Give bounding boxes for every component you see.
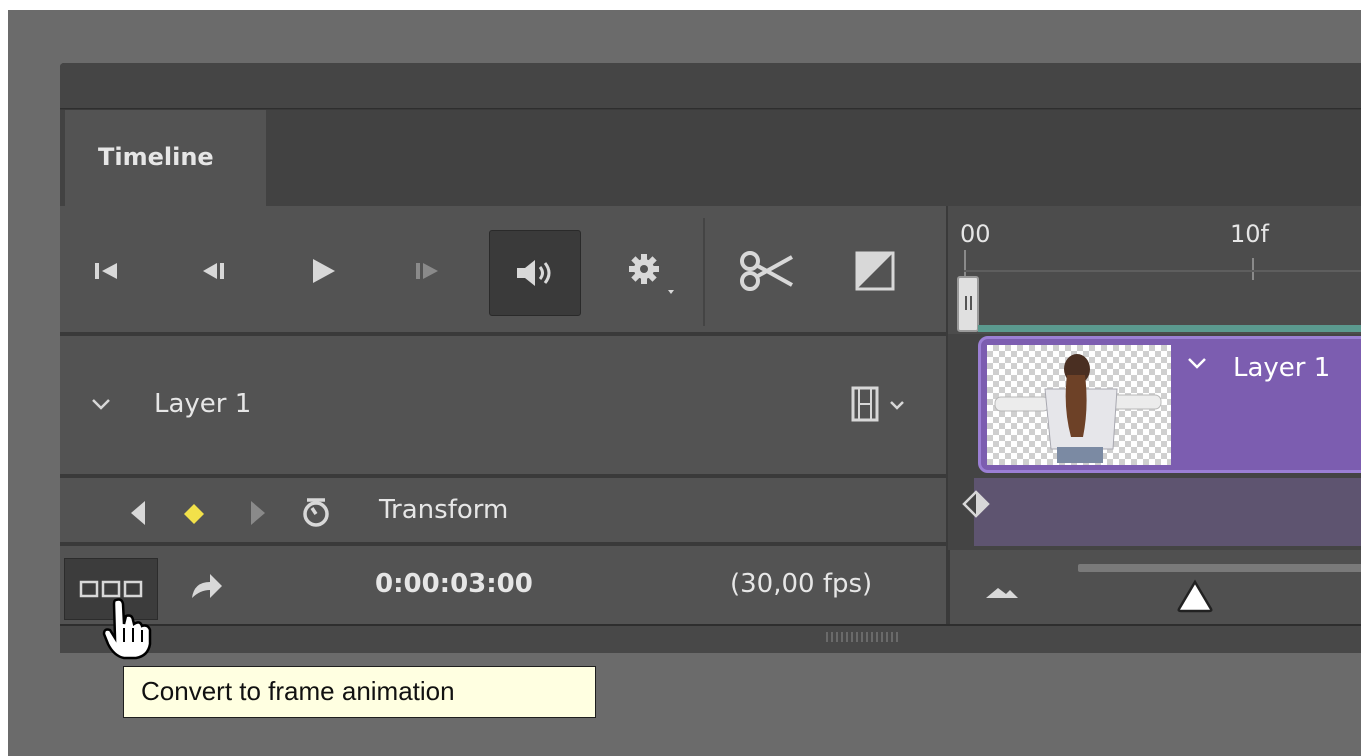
transition-icon <box>855 251 895 291</box>
person-thumbnail-image <box>994 354 1162 463</box>
ruler-tick <box>964 250 966 278</box>
ruler-tick-label: 00 <box>960 220 991 248</box>
layer-name: Layer 1 <box>154 389 252 419</box>
next-keyframe-button[interactable] <box>246 498 270 528</box>
clip-expand-toggle[interactable] <box>1185 353 1209 373</box>
zoom-control-bar <box>948 550 1361 624</box>
chevron-down-icon <box>92 399 110 410</box>
next-frame-button[interactable] <box>407 251 447 291</box>
playback-controls <box>60 206 946 334</box>
clip-label: Layer 1 <box>1233 353 1331 383</box>
triangle-right-icon <box>251 501 265 525</box>
keyframe-diamond-icon <box>184 504 204 524</box>
playhead-handle[interactable] <box>957 276 979 332</box>
keyframe-diamond-icon <box>962 490 990 518</box>
layer-track-header[interactable]: Layer 1 <box>60 336 946 476</box>
split-at-playhead-button[interactable] <box>732 246 802 296</box>
go-to-first-frame-icon <box>95 263 117 279</box>
screen-edge-left <box>0 0 8 756</box>
timeline-panel: Timeline Layer 1 Transform 0:00:03:00 (3… <box>60 63 1361 653</box>
timeline-scroll-strip[interactable] <box>60 624 1361 653</box>
ruler-tick <box>1252 258 1254 280</box>
mouse-cursor <box>98 596 162 660</box>
zoom-slider-track[interactable] <box>1078 564 1361 572</box>
slider-thumb-icon <box>1177 579 1213 613</box>
render-video-button[interactable] <box>184 566 228 606</box>
tab-timeline[interactable]: Timeline <box>65 110 266 206</box>
mountain-small-icon <box>986 588 1018 598</box>
add-keyframe-button[interactable] <box>180 500 208 528</box>
transform-keyframe-track[interactable] <box>974 478 1361 546</box>
scroll-grip[interactable] <box>826 632 898 642</box>
property-name: Transform <box>379 495 509 525</box>
playhead-grip <box>965 296 967 310</box>
next-frame-icon <box>416 263 438 279</box>
playback-settings-button[interactable] <box>616 246 686 300</box>
film-options-button[interactable] <box>846 384 916 424</box>
current-timecode: 0:00:03:00 <box>375 569 533 599</box>
chevron-down-icon <box>1188 358 1206 369</box>
speaker-icon <box>517 260 551 286</box>
ruler-tick-label: 10f <box>1230 220 1269 248</box>
hand-cursor-icon <box>102 598 152 660</box>
triangle-left-icon <box>131 501 145 525</box>
screen-edge-top <box>0 0 1361 10</box>
previous-frame-button[interactable] <box>194 251 234 291</box>
scissors-icon <box>740 251 793 291</box>
render-arrow-icon <box>192 574 222 598</box>
play-icon <box>313 259 335 283</box>
transform-property-row: Transform <box>60 478 946 544</box>
stopwatch-icon <box>303 498 329 527</box>
toolbar-divider <box>703 218 705 326</box>
gear-icon <box>629 254 674 294</box>
play-button[interactable] <box>303 249 343 293</box>
clip-thumbnail <box>987 345 1171 465</box>
previous-keyframe-button[interactable] <box>126 498 150 528</box>
mute-audio-button[interactable] <box>489 230 581 316</box>
film-strip-icon <box>851 386 904 422</box>
timeline-track-area[interactable]: 00 10f Layer 1 <box>948 206 1361 624</box>
layer-clip[interactable]: Layer 1 <box>978 336 1361 473</box>
work-area-bar[interactable] <box>978 325 1361 332</box>
tab-bar: Timeline <box>60 110 1361 206</box>
frame-rate: (30,00 fps) <box>730 569 873 599</box>
transition-button[interactable] <box>850 246 900 296</box>
panel-header <box>60 63 1361 109</box>
tooltip: Convert to frame animation <box>123 666 596 718</box>
zoom-out-button[interactable] <box>982 572 1022 612</box>
tab-timeline-label: Timeline <box>98 143 214 171</box>
stopwatch-toggle[interactable] <box>296 494 336 530</box>
keyframe-marker[interactable] <box>960 488 992 520</box>
previous-frame-icon <box>203 263 224 279</box>
layer-expand-toggle[interactable] <box>88 394 114 414</box>
playhead-grip <box>970 296 972 310</box>
tooltip-text: Convert to frame animation <box>141 676 455 706</box>
zoom-slider-thumb[interactable] <box>1175 576 1215 616</box>
time-ruler[interactable]: 00 10f <box>948 206 1361 334</box>
timeline-footer: 0:00:03:00 (30,00 fps) <box>60 546 946 624</box>
go-to-first-frame-button[interactable] <box>86 251 126 291</box>
ruler-baseline <box>964 270 1361 272</box>
